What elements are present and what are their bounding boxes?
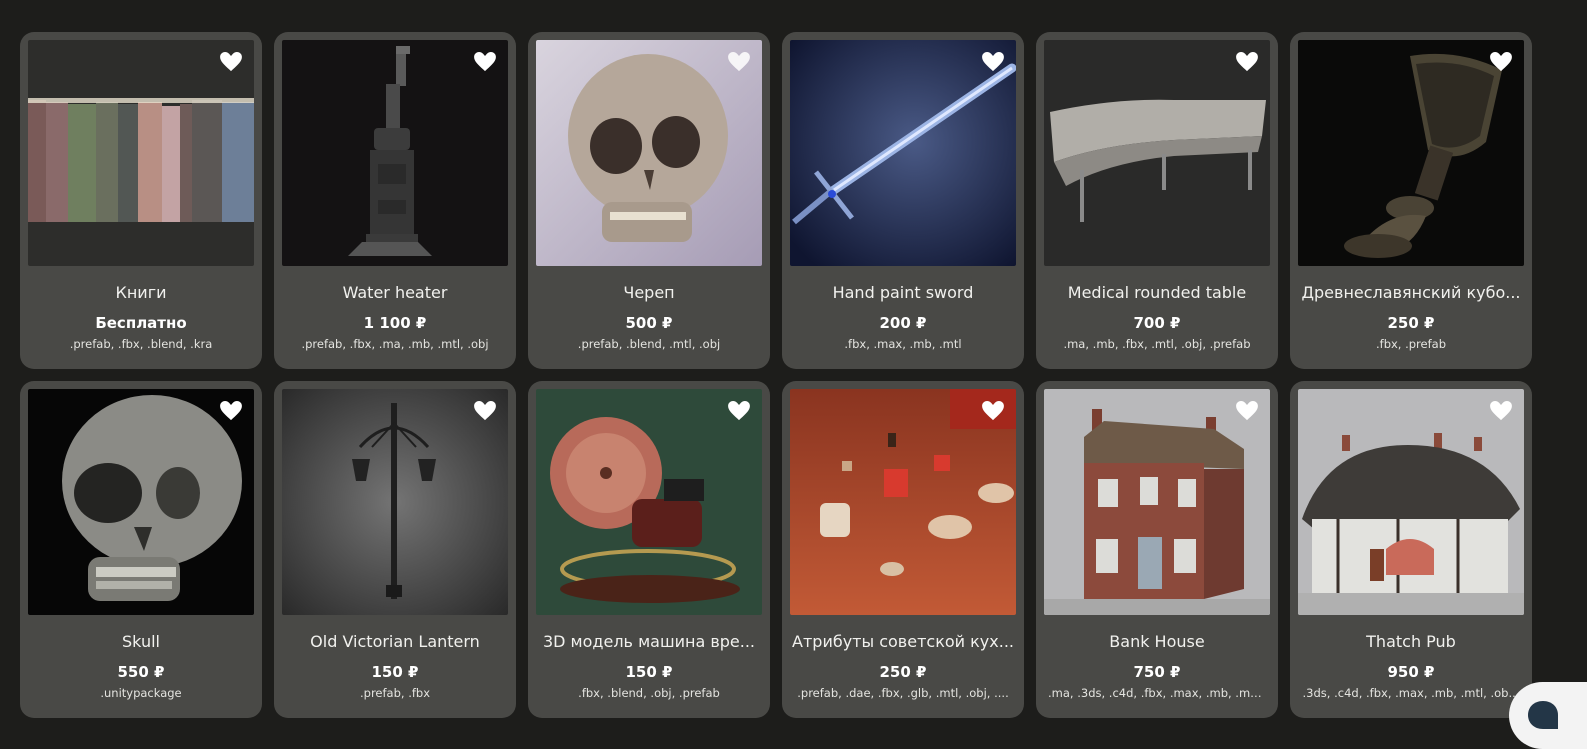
product-price: 150 ₽ (371, 663, 419, 681)
product-image-goblet (1298, 40, 1524, 266)
heart-icon[interactable] (982, 52, 1004, 72)
product-price: 700 ₽ (1133, 314, 1181, 332)
product-image-bank-house (1044, 389, 1270, 615)
product-image-hand-paint-sword (790, 40, 1016, 266)
product-image-soviet-kitchen (790, 389, 1016, 615)
product-card-time-machine[interactable]: 3D модель машина вре... 150 ₽ .fbx, .ble… (528, 381, 770, 718)
product-card-books[interactable]: Книги Бесплатно .prefab, .fbx, .blend, .… (20, 32, 262, 369)
heart-icon[interactable] (1236, 401, 1258, 421)
product-image-time-machine (536, 389, 762, 615)
heart-icon[interactable] (220, 52, 242, 72)
heart-icon[interactable] (1490, 401, 1512, 421)
product-title[interactable]: Thatch Pub (1298, 632, 1524, 651)
product-card-bank-house[interactable]: Bank House 750 ₽ .ma, .3ds, .c4d, .fbx, … (1036, 381, 1278, 718)
product-card-soviet-kitchen[interactable]: Атрибуты советской кух... 250 ₽ .prefab,… (782, 381, 1024, 718)
product-card-goblet[interactable]: Древнеславянский кубо... 250 ₽ .fbx, .pr… (1290, 32, 1532, 369)
product-formats: .prefab, .fbx, .blend, .kra (69, 337, 213, 351)
heart-icon[interactable] (1236, 52, 1258, 72)
product-title[interactable]: Книги (28, 283, 254, 302)
product-formats: .prefab, .fbx, .ma, .mb, .mtl, .obj (301, 337, 489, 351)
product-image-medical-rounded-table (1044, 40, 1270, 266)
chat-button[interactable] (1509, 682, 1587, 749)
product-price: 550 ₽ (117, 663, 165, 681)
heart-icon[interactable] (220, 401, 242, 421)
product-card-water-heater[interactable]: Water heater 1 100 ₽ .prefab, .fbx, .ma,… (274, 32, 516, 369)
product-price: 250 ₽ (1387, 314, 1435, 332)
product-price: 1 100 ₽ (363, 314, 427, 332)
product-image-thatch-pub (1298, 389, 1524, 615)
chat-icon (1528, 701, 1558, 729)
product-title[interactable]: Череп (536, 283, 762, 302)
product-formats: .fbx, .prefab (1375, 337, 1447, 351)
product-formats: .prefab, .dae, .fbx, .glb, .mtl, .obj, .… (797, 686, 1009, 700)
product-formats: .ma, .3ds, .c4d, .fbx, .max, .mb, .mtl..… (1048, 686, 1269, 700)
product-card-hand-paint-sword[interactable]: Hand paint sword 200 ₽ .fbx, .max, .mb, … (782, 32, 1024, 369)
product-card-cherep[interactable]: Череп 500 ₽ .prefab, .blend, .mtl, .obj (528, 32, 770, 369)
heart-icon[interactable] (474, 401, 496, 421)
heart-icon[interactable] (982, 401, 1004, 421)
product-price: 950 ₽ (1387, 663, 1435, 681)
product-grid: Книги Бесплатно .prefab, .fbx, .blend, .… (20, 32, 1532, 718)
product-title[interactable]: Hand paint sword (790, 283, 1016, 302)
product-card-old-victorian-lantern[interactable]: Old Victorian Lantern 150 ₽ .prefab, .fb… (274, 381, 516, 718)
product-title[interactable]: Bank House (1044, 632, 1270, 651)
product-price: 500 ₽ (625, 314, 673, 332)
product-formats: .fbx, .max, .mb, .mtl (844, 337, 962, 351)
product-formats: .3ds, .c4d, .fbx, .max, .mb, .mtl, .ob..… (1302, 686, 1520, 700)
heart-icon[interactable] (1490, 52, 1512, 72)
product-card-thatch-pub[interactable]: Thatch Pub 950 ₽ .3ds, .c4d, .fbx, .max,… (1290, 381, 1532, 718)
product-price: 200 ₽ (879, 314, 927, 332)
product-title[interactable]: Древнеславянский кубо... (1298, 283, 1524, 302)
product-formats: .ma, .mb, .fbx, .mtl, .obj, .prefab (1063, 337, 1251, 351)
heart-icon[interactable] (474, 52, 496, 72)
product-price: Бесплатно (95, 314, 187, 332)
product-title[interactable]: Атрибуты советской кух... (790, 632, 1016, 651)
product-image-skull (28, 389, 254, 615)
product-title[interactable]: Medical rounded table (1044, 283, 1270, 302)
product-title[interactable]: Skull (28, 632, 254, 651)
product-formats: .fbx, .blend, .obj, .prefab (578, 686, 720, 700)
product-price: 250 ₽ (879, 663, 927, 681)
product-title[interactable]: Old Victorian Lantern (282, 632, 508, 651)
product-image-water-heater (282, 40, 508, 266)
product-formats: .prefab, .fbx (359, 686, 431, 700)
product-title[interactable]: 3D модель машина вре... (536, 632, 762, 651)
product-formats: .unitypackage (100, 686, 182, 700)
product-price: 150 ₽ (625, 663, 673, 681)
product-card-skull[interactable]: Skull 550 ₽ .unitypackage (20, 381, 262, 718)
product-price: 750 ₽ (1133, 663, 1181, 681)
heart-icon[interactable] (728, 401, 750, 421)
product-image-cherep (536, 40, 762, 266)
product-image-books (28, 40, 254, 266)
product-title[interactable]: Water heater (282, 283, 508, 302)
product-formats: .prefab, .blend, .mtl, .obj (577, 337, 721, 351)
product-card-medical-rounded-table[interactable]: Medical rounded table 700 ₽ .ma, .mb, .f… (1036, 32, 1278, 369)
heart-icon[interactable] (728, 52, 750, 72)
product-image-old-victorian-lantern (282, 389, 508, 615)
